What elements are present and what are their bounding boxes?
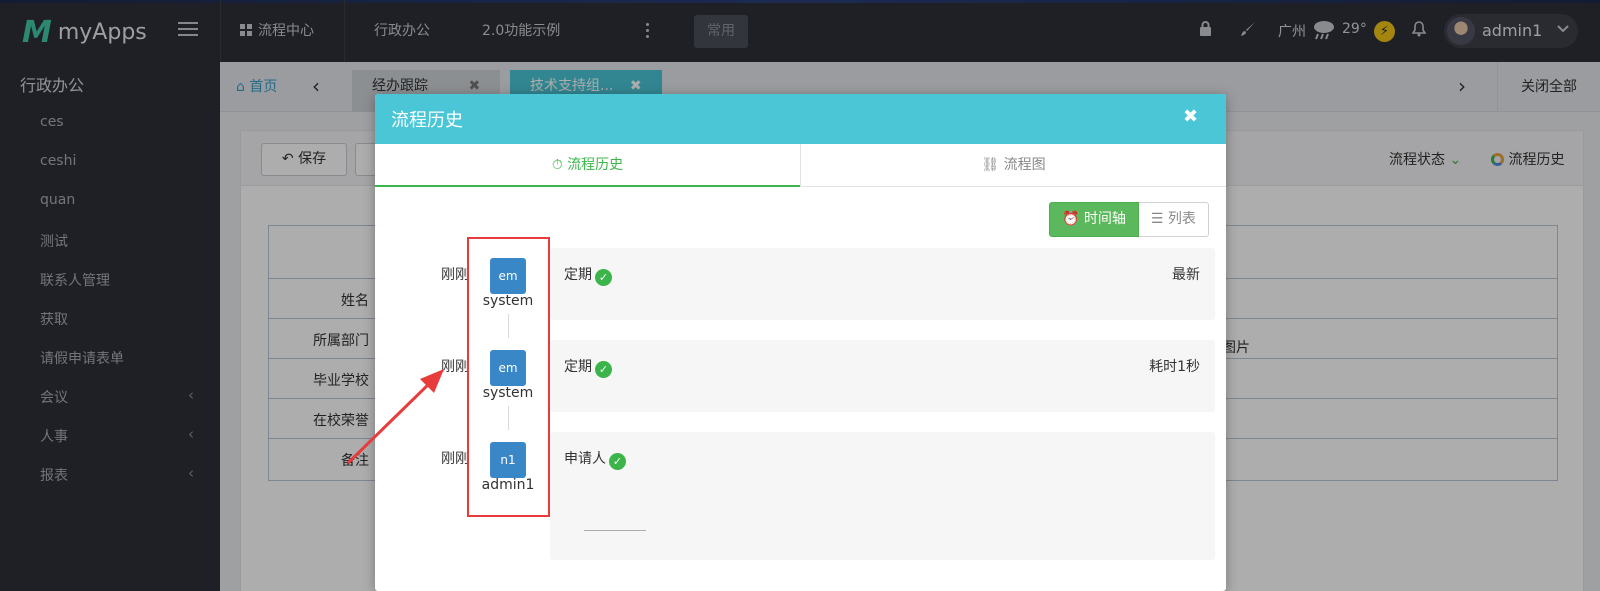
list-view-button[interactable]: ☰ 列表 <box>1138 202 1209 237</box>
stopwatch-icon: ⏱ <box>551 157 563 173</box>
entry-step: 定期 ✓ <box>564 264 612 286</box>
list-icon: ☰ <box>1150 211 1164 227</box>
timeline-card: 申请人 ✓ <box>550 432 1215 560</box>
tab-label: 流程历史 <box>567 157 624 173</box>
entry-step: 申请人 ✓ <box>564 448 626 470</box>
tab-label: 流程图 <box>1003 157 1046 173</box>
timeline-view-button[interactable]: ⏰ 时间轴 <box>1049 202 1139 237</box>
signature-line <box>584 530 646 531</box>
flowchart-icon: ⛓ <box>981 157 1000 173</box>
check-circle-icon: ✓ <box>595 269 612 286</box>
alarm-icon: ⏰ <box>1062 211 1080 227</box>
annotation-arrow-icon <box>346 369 444 465</box>
entry-step: 定期 ✓ <box>564 356 612 378</box>
tab-flow-history[interactable]: ⏱ 流程历史 <box>375 144 800 187</box>
close-icon[interactable]: ✖ <box>1183 106 1198 127</box>
check-circle-icon: ✓ <box>609 453 626 470</box>
modal-title: 流程历史 <box>391 110 463 131</box>
timeline-card: 定期 ✓ 耗时1秒 <box>550 340 1215 412</box>
entry-meta: 最新 <box>1172 267 1200 283</box>
entry-time: 刚刚 <box>441 267 469 283</box>
view-toggle: ⏰ 时间轴 ☰ 列表 <box>1049 202 1209 237</box>
modal-header: 流程历史 ✖ <box>375 94 1226 144</box>
tab-flow-chart[interactable]: ⛓ 流程图 <box>800 144 1226 187</box>
step-label: 申请人 <box>564 451 606 467</box>
modal-tabs: ⏱ 流程历史 ⛓ 流程图 <box>375 144 1226 187</box>
timeline-label: 时间轴 <box>1083 211 1126 227</box>
entry-meta: 耗时1秒 <box>1149 359 1200 375</box>
step-label: 定期 <box>564 267 592 283</box>
step-label: 定期 <box>564 359 592 375</box>
check-circle-icon: ✓ <box>595 361 612 378</box>
timeline-card: 定期 ✓ 最新 <box>550 248 1215 320</box>
highlight-box <box>467 237 550 517</box>
list-label: 列表 <box>1167 211 1196 227</box>
